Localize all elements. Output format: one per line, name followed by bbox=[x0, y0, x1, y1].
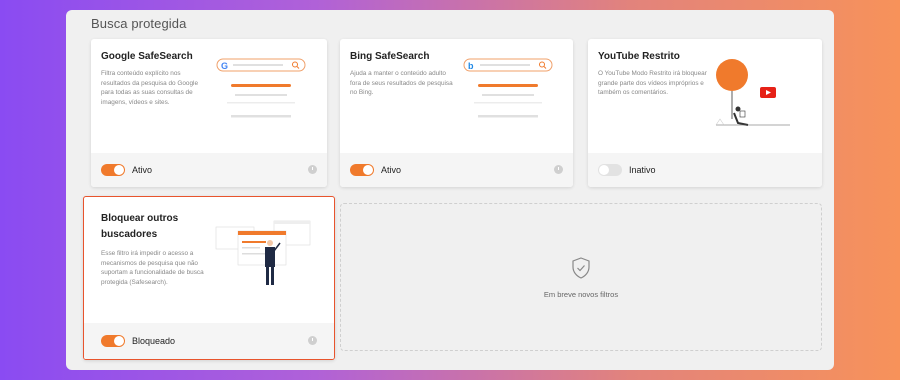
status-label: Bloqueado bbox=[132, 336, 176, 346]
card-title: YouTube Restrito bbox=[598, 51, 680, 62]
card-description: O YouTube Modo Restrito irá bloquear gra… bbox=[598, 70, 707, 97]
status-label: Ativo bbox=[132, 165, 153, 175]
card-footer: Ativo bbox=[91, 153, 327, 187]
clock-icon[interactable] bbox=[554, 165, 563, 174]
card-google-safesearch[interactable]: Google SafeSearch Filtra conteúdo explíc… bbox=[91, 39, 327, 187]
search-illustration: b bbox=[463, 58, 553, 118]
card-youtube-restricted[interactable]: YouTube Restrito O YouTube Modo Restrito… bbox=[588, 39, 822, 187]
blocked-browser-illustration bbox=[215, 220, 311, 285]
card-title: Bloquear outros buscadores bbox=[101, 213, 179, 240]
status-toggle[interactable] bbox=[598, 164, 622, 176]
card-footer: Bloqueado bbox=[84, 323, 334, 359]
card-description: Esse filtro irá impedir o acesso a mecan… bbox=[101, 250, 204, 286]
card-title: Bing SafeSearch bbox=[350, 51, 430, 62]
card-title: Google SafeSearch bbox=[101, 51, 193, 62]
card-description: Ajuda a manter o conteúdo adulto fora de… bbox=[350, 70, 453, 97]
clock-icon[interactable] bbox=[308, 336, 317, 345]
card-bing-safesearch[interactable]: Bing SafeSearch Ajuda a manter o conteúd… bbox=[340, 39, 573, 187]
clock-icon[interactable] bbox=[308, 165, 317, 174]
status-toggle[interactable] bbox=[350, 164, 374, 176]
shield-check-icon bbox=[572, 257, 590, 279]
status-label: Ativo bbox=[381, 165, 402, 175]
coming-soon-label: Em breve novos filtros bbox=[543, 290, 619, 299]
bing-logo-icon: b bbox=[468, 61, 474, 71]
search-illustration: G bbox=[216, 58, 306, 118]
status-label: Inativo bbox=[629, 165, 656, 175]
panel-title: Busca protegida bbox=[91, 16, 187, 31]
status-toggle[interactable] bbox=[101, 164, 125, 176]
card-block-other-engines[interactable]: Bloquear outros buscadores Esse filtro i… bbox=[83, 196, 335, 360]
card-footer: Inativo bbox=[588, 153, 822, 187]
google-logo-icon: G bbox=[221, 61, 228, 71]
status-toggle[interactable] bbox=[101, 335, 125, 347]
coming-soon-placeholder: Em breve novos filtros bbox=[340, 203, 822, 351]
card-footer: Ativo bbox=[340, 153, 573, 187]
card-description: Filtra conteúdo explícito nos resultados… bbox=[101, 70, 198, 106]
youtube-illustration bbox=[715, 59, 790, 126]
protected-search-panel: Busca protegida Google SafeSearch Filtra… bbox=[66, 10, 834, 370]
